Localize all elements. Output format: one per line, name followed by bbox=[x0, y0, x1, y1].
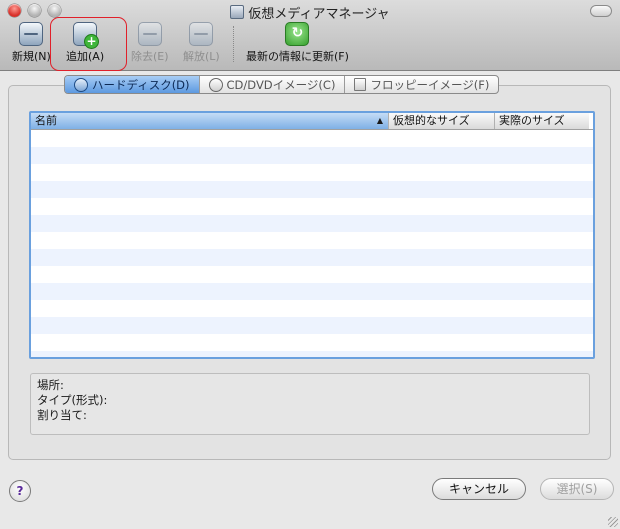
table-row bbox=[31, 266, 593, 283]
refresh-button[interactable]: 最新の情報に更新(F) bbox=[246, 22, 349, 64]
title-toolbar: 仮想メディアマネージャ 新規(N) 追加(A) 除去(E) 解放(L) 最新の情… bbox=[0, 0, 620, 71]
table-row bbox=[31, 317, 593, 334]
add-button-highlight bbox=[50, 17, 127, 71]
cd-dvd-icon bbox=[208, 77, 223, 92]
refresh-icon bbox=[285, 22, 310, 46]
release-button[interactable]: 解放(L) bbox=[183, 22, 220, 64]
hard-disk-icon bbox=[74, 77, 88, 92]
toolbar-separator bbox=[233, 26, 235, 62]
table-row bbox=[31, 351, 593, 357]
tab-hard-disk[interactable]: ハードディスク(D) bbox=[65, 76, 199, 93]
column-virtual-size-header[interactable]: 仮想的なサイズ bbox=[389, 113, 495, 129]
table-row bbox=[31, 232, 593, 249]
table-row bbox=[31, 215, 593, 232]
table-body bbox=[31, 130, 593, 357]
new-button[interactable]: 新規(N) bbox=[12, 22, 51, 64]
table-row bbox=[31, 283, 593, 300]
sort-ascending-icon: ▲ bbox=[376, 116, 383, 125]
column-actual-size-header[interactable]: 実際のサイズ bbox=[495, 113, 589, 129]
remove-disk-icon bbox=[137, 22, 162, 46]
media-table[interactable]: 名前 ▲ 仮想的なサイズ 実際のサイズ bbox=[29, 111, 595, 359]
type-label: タイプ(形式): bbox=[37, 393, 108, 407]
media-manager-icon bbox=[230, 5, 245, 19]
floppy-icon bbox=[354, 78, 367, 91]
table-row bbox=[31, 249, 593, 266]
table-row bbox=[31, 130, 593, 147]
media-info-panel: 場所: タイプ(形式): 割り当て: bbox=[30, 373, 590, 435]
release-disk-icon bbox=[189, 22, 214, 46]
table-row bbox=[31, 334, 593, 351]
new-disk-icon bbox=[19, 22, 44, 46]
table-row bbox=[31, 147, 593, 164]
column-name-header[interactable]: 名前 ▲ bbox=[31, 113, 389, 129]
location-label: 場所: bbox=[37, 378, 64, 392]
cancel-button[interactable]: キャンセル bbox=[432, 478, 526, 500]
virtual-media-manager-window: 仮想メディアマネージャ 新規(N) 追加(A) 除去(E) 解放(L) 最新の情… bbox=[0, 0, 620, 529]
remove-button[interactable]: 除去(E) bbox=[131, 22, 169, 64]
tab-cd-dvd[interactable]: CD/DVDイメージ(C) bbox=[198, 76, 345, 93]
table-row bbox=[31, 181, 593, 198]
media-type-tabs: ハードディスク(D) CD/DVDイメージ(C) フロッピーイメージ(F) bbox=[64, 75, 500, 94]
resize-grip-icon[interactable] bbox=[608, 517, 618, 527]
tab-floppy[interactable]: フロッピーイメージ(F) bbox=[344, 76, 498, 93]
table-header: 名前 ▲ 仮想的なサイズ 実際のサイズ bbox=[31, 113, 593, 130]
toolbar-toggle-button[interactable] bbox=[590, 5, 612, 17]
select-button[interactable]: 選択(S) bbox=[540, 478, 614, 500]
table-row bbox=[31, 198, 593, 215]
table-row bbox=[31, 164, 593, 181]
attached-label: 割り当て: bbox=[37, 408, 87, 422]
table-row bbox=[31, 300, 593, 317]
help-button[interactable]: ? bbox=[9, 480, 31, 502]
